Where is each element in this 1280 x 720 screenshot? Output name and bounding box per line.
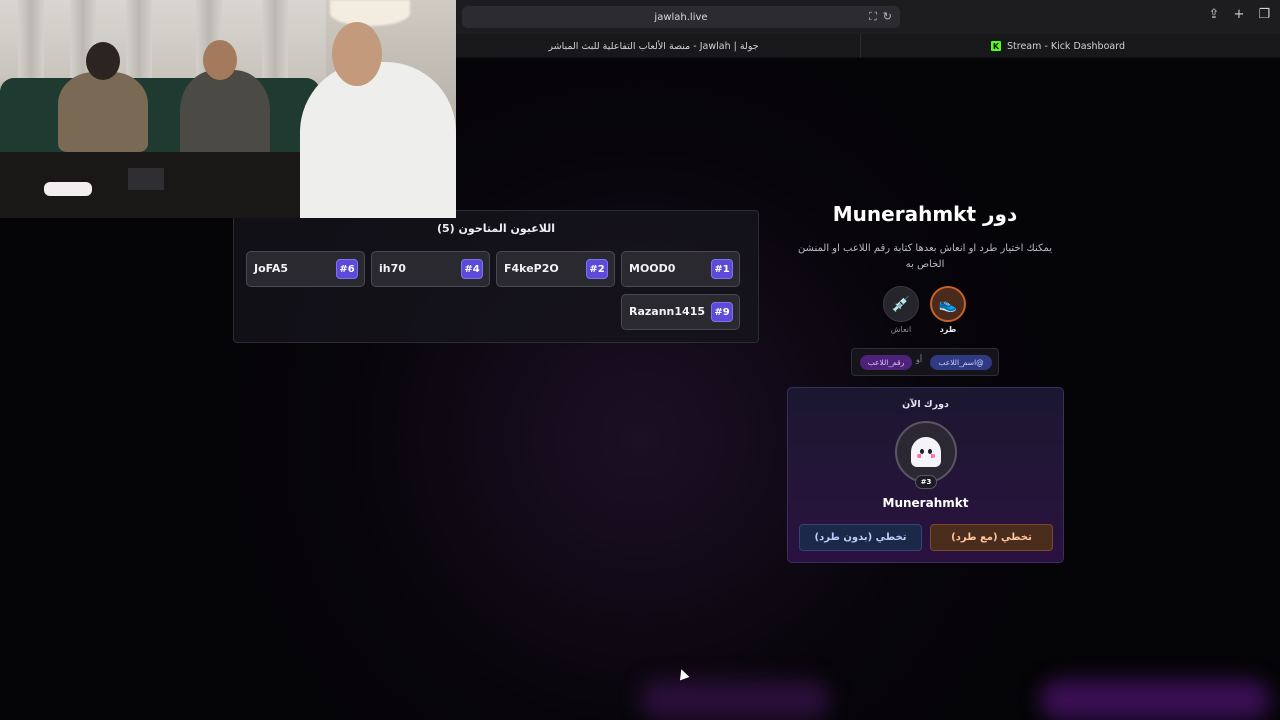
reload-icon[interactable]: ↻: [883, 10, 892, 24]
player-number-badge: #2: [586, 259, 608, 279]
avatar: [895, 421, 957, 483]
tab-kick-label: Stream - Kick Dashboard: [1007, 40, 1125, 52]
revive-action-button[interactable]: 💉: [883, 286, 919, 322]
skip-without-kick-button[interactable]: تخطي (بدون طرد): [799, 524, 922, 551]
player-card[interactable]: MOOD0 #1: [621, 251, 740, 287]
player-number-badge: #9: [711, 302, 733, 322]
webcam-overlay: [0, 0, 456, 218]
tab-jawlah[interactable]: جولة | Jawlah - منصة الألعاب التفاعلية ل…: [456, 34, 851, 58]
current-player-number: #3: [915, 475, 937, 489]
number-format-chip: رقم_اللاعب: [860, 355, 912, 370]
turn-title: دور Munerahmkt: [832, 202, 1018, 226]
person-head: [203, 40, 237, 80]
player-card[interactable]: F4keP2O #2: [496, 251, 615, 287]
person: [300, 62, 456, 218]
turn-instructions: يمكنك اختيار طرد او انعاش بعدها كتابة رق…: [797, 243, 1053, 270]
tab-kick-dashboard[interactable]: K Stream - Kick Dashboard: [860, 34, 1255, 58]
player-number-badge: #6: [336, 259, 358, 279]
kick-logo-icon: K: [991, 41, 1001, 51]
kick-action-label: طرد: [939, 325, 957, 334]
kick-action-button[interactable]: 👟: [930, 286, 966, 322]
player-name: MOOD0: [629, 262, 676, 275]
decor-glow: [1040, 680, 1270, 720]
player-name: JoFA5: [254, 262, 289, 275]
player-name: Razann1415: [629, 305, 705, 318]
player-card[interactable]: ih70 #4: [371, 251, 490, 287]
revive-action-label: انعاش: [890, 325, 912, 334]
address-bar[interactable]: jawlah.live ⛶ ↻: [462, 6, 900, 28]
mention-format-chip: @اسم_اللاعب: [930, 355, 992, 370]
player-card[interactable]: Razann1415 #9: [621, 294, 740, 330]
current-turn-card: دورك الآن #3 Munerahmkt تخطي (مع طرد) تخ…: [787, 387, 1064, 563]
player-number-badge: #4: [461, 259, 483, 279]
player-number-badge: #1: [711, 259, 733, 279]
current-turn-label: دورك الآن: [902, 399, 949, 410]
share-icon[interactable]: ⇪: [1209, 8, 1220, 22]
player-name: ih70: [379, 262, 406, 275]
translate-icon[interactable]: ⛶: [869, 10, 877, 24]
ghost-avatar-icon: [911, 437, 941, 467]
player-card[interactable]: JoFA5 #6: [246, 251, 365, 287]
tab-jawlah-label: جولة | Jawlah - منصة الألعاب التفاعلية ل…: [548, 40, 759, 52]
input-format-hint: @اسم_اللاعب أو رقم_اللاعب: [851, 348, 999, 376]
available-players-panel: اللاعبون المتاحون (5) JoFA5 #6 ih70 #4 F…: [233, 210, 759, 343]
shoe-icon: 👟: [938, 295, 958, 313]
decor-glow: [640, 680, 830, 720]
url-text: jawlah.live: [654, 11, 708, 23]
controller: [44, 182, 92, 196]
tab-overview-icon[interactable]: ❐: [1258, 8, 1270, 22]
player-name: F4keP2O: [504, 262, 559, 275]
players-panel-title: اللاعبون المتاحون (5): [436, 222, 556, 235]
person-head: [332, 22, 382, 86]
mouse-cursor: [676, 667, 690, 681]
syringe-icon: 💉: [891, 295, 911, 313]
lamp: [330, 0, 410, 26]
format-or: أو: [916, 355, 923, 364]
current-player-name: Munerahmkt: [882, 496, 969, 510]
new-tab-icon[interactable]: +: [1233, 8, 1244, 22]
person: [58, 72, 148, 152]
skip-with-kick-button[interactable]: تخطي (مع طرد): [930, 524, 1053, 551]
keyboard: [128, 168, 164, 190]
person-head: [86, 42, 120, 80]
